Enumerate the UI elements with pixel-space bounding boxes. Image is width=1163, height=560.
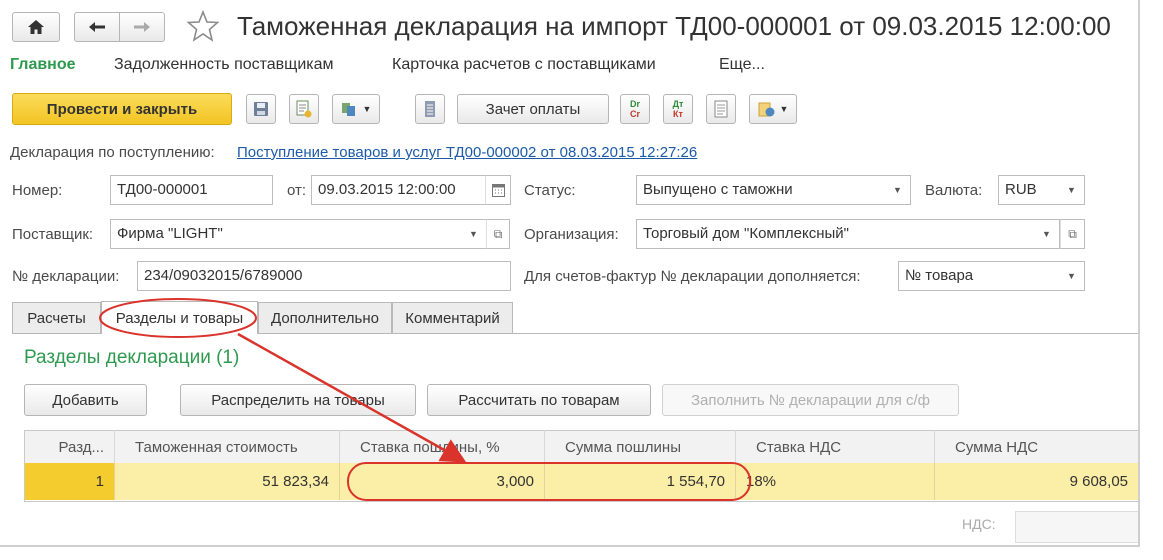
tab-highlight-ellipse	[99, 298, 257, 338]
annotation-arrow	[237, 332, 467, 463]
values-highlight-ellipse	[347, 462, 751, 501]
declaration-window: Таможенная декларация на импорт ТД00-000…	[0, 0, 1140, 547]
annotation-overlay	[99, 298, 751, 501]
